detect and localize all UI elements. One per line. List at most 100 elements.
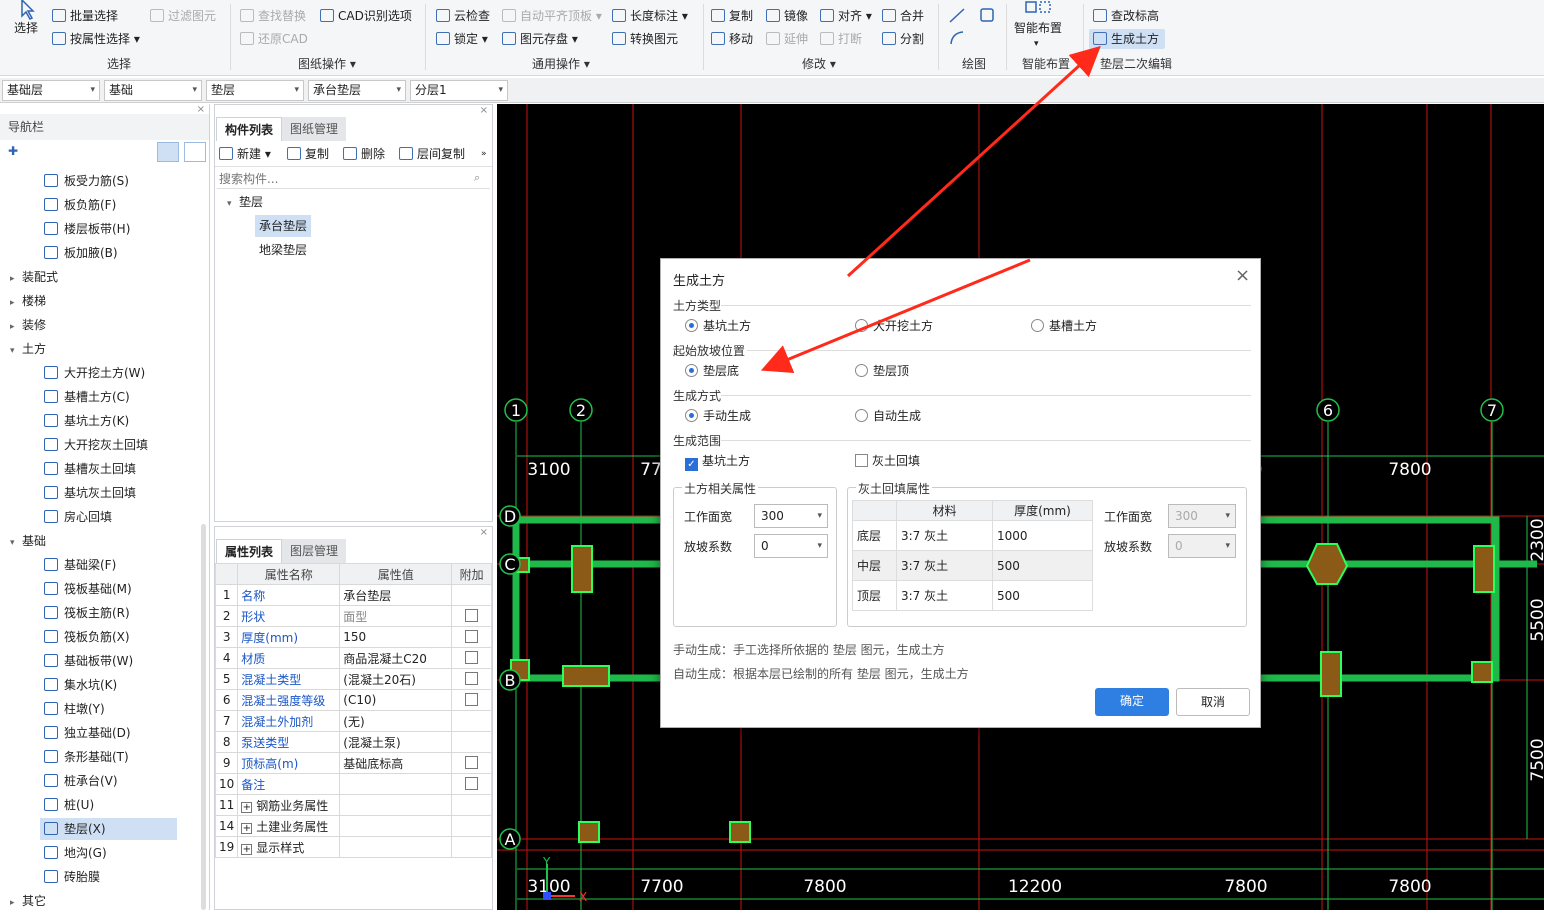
property-row[interactable]: 1 名称 承台垫层: [214, 584, 492, 606]
move-button[interactable]: 移动: [711, 29, 753, 49]
tree-root-cushion[interactable]: ▾ 垫层: [227, 191, 263, 213]
nav-item[interactable]: 条形基础(T): [44, 746, 129, 768]
fill-row-top[interactable]: 顶层 3:7 灰土 500: [852, 580, 1093, 611]
props-close-icon[interactable]: ×: [480, 527, 488, 538]
nav-item[interactable]: 垫层(X): [40, 818, 177, 840]
nav-pin-icon[interactable]: ✚: [8, 144, 18, 158]
nav-item[interactable]: 基槽土方(C): [44, 386, 130, 408]
ok-button[interactable]: 确定: [1095, 688, 1169, 716]
length-dim-button[interactable]: 长度标注 ▾: [612, 6, 688, 26]
nav-item[interactable]: 楼层板带(H): [44, 218, 130, 240]
attach-checkbox[interactable]: [465, 693, 479, 706]
new-component-button[interactable]: 新建 ▾: [219, 144, 271, 164]
radio-open-excavation[interactable]: 大开挖土方: [855, 317, 933, 334]
property-row[interactable]: 9 顶标高(m) 基础底标高: [214, 752, 492, 774]
detail-view-icon[interactable]: [184, 142, 206, 162]
nav-item[interactable]: 基坑土方(K): [44, 410, 129, 432]
nav-item[interactable]: 地沟(G): [44, 842, 107, 864]
lock-button[interactable]: 锁定 ▾: [436, 29, 488, 49]
fill-row-bottom[interactable]: 底层 3:7 灰土 1000: [852, 520, 1093, 551]
cancel-button[interactable]: 取消: [1176, 688, 1250, 716]
nav-item[interactable]: ▸ 装配式: [10, 266, 58, 288]
attach-checkbox[interactable]: [465, 651, 479, 664]
property-row[interactable]: 10 备注: [214, 773, 492, 795]
line-draw-icon[interactable]: [948, 6, 968, 24]
nav-item[interactable]: 筏板主筋(R): [44, 602, 130, 624]
nav-item[interactable]: 板负筋(F): [44, 194, 116, 216]
copy-button[interactable]: 复制: [711, 6, 753, 26]
attach-checkbox[interactable]: [465, 609, 479, 622]
type-combo[interactable]: 垫层: [206, 80, 304, 101]
nav-item[interactable]: 集水坑(K): [44, 674, 117, 696]
batch-select-button[interactable]: 批量选择: [52, 6, 118, 26]
delete-component-button[interactable]: 删除: [343, 144, 385, 164]
layer-combo[interactable]: 分层1: [410, 80, 508, 101]
smart-layout-dropdown[interactable]: ▾: [1034, 34, 1039, 54]
rect-draw-icon[interactable]: [978, 6, 998, 24]
component-search-input[interactable]: [217, 169, 490, 189]
nav-item[interactable]: ▾ 土方: [10, 338, 46, 360]
tree-item-cap-cushion[interactable]: 承台垫层: [255, 215, 312, 237]
select-by-attr-button[interactable]: 按属性选择 ▾: [52, 29, 140, 49]
nav-item[interactable]: 砖胎膜: [44, 866, 100, 888]
radio-auto-generate[interactable]: 自动生成: [855, 407, 921, 424]
nav-item[interactable]: 基槽灰土回填: [44, 458, 136, 480]
cloud-check-button[interactable]: 云检查: [436, 6, 490, 26]
split-button[interactable]: 分割: [882, 29, 924, 49]
property-row[interactable]: 3 厚度(mm) 150: [214, 626, 492, 648]
nav-item[interactable]: 板加腋(B): [44, 242, 118, 264]
category-combo[interactable]: 基础: [104, 80, 202, 101]
tab-component-list[interactable]: 构件列表: [216, 117, 283, 141]
property-row[interactable]: 6 混凝土强度等级 (C10): [214, 689, 492, 711]
restore-cad-button[interactable]: 还原CAD: [240, 29, 308, 49]
attach-checkbox[interactable]: [465, 672, 479, 685]
nav-item[interactable]: 桩(U): [44, 794, 94, 816]
nav-item[interactable]: 柱墩(Y): [44, 698, 105, 720]
attach-checkbox[interactable]: [465, 756, 479, 769]
check-elevation-button[interactable]: 查改标高: [1093, 6, 1159, 26]
break-button[interactable]: 打断: [820, 29, 862, 49]
radio-cushion-bottom[interactable]: 垫层底: [685, 362, 739, 379]
property-row[interactable]: 4 材质 商品混凝土C20: [214, 647, 492, 669]
nav-item[interactable]: ▾ 基础: [10, 530, 46, 552]
auto-align-slab-button[interactable]: 自动平齐顶板 ▾: [502, 6, 602, 26]
nav-item[interactable]: 基坑灰土回填: [44, 482, 136, 504]
nav-item[interactable]: 大开挖灰土回填: [44, 434, 148, 456]
tab-layer-mgmt[interactable]: 图层管理: [282, 539, 347, 563]
slope-factor-select[interactable]: 0: [754, 534, 828, 558]
component-combo[interactable]: 承台垫层: [308, 80, 406, 101]
work-width-select[interactable]: 300: [754, 504, 828, 528]
element-save-button[interactable]: 图元存盘 ▾: [502, 29, 578, 49]
tree-item-beam-cushion[interactable]: 地梁垫层: [259, 239, 307, 261]
tab-drawing-mgmt[interactable]: 图纸管理: [282, 117, 347, 141]
property-row[interactable]: 11 + 钢筋业务属性: [214, 794, 492, 816]
property-row[interactable]: 5 混凝土类型 (混凝土20石): [214, 668, 492, 690]
extend-button[interactable]: 延伸: [766, 29, 808, 49]
radio-cushion-top[interactable]: 垫层顶: [855, 362, 909, 379]
select-tool-button[interactable]: 选择: [14, 0, 44, 40]
filter-elements-button[interactable]: 过滤图元: [150, 6, 216, 26]
generate-earthwork-button[interactable]: 生成土方: [1089, 29, 1166, 49]
nav-item[interactable]: 筏板基础(M): [44, 578, 132, 600]
checkbox-pit-earthwork[interactable]: ✓ 基坑土方: [685, 452, 750, 471]
fill-work-width-select[interactable]: 300: [1168, 504, 1236, 528]
nav-item[interactable]: 大开挖土方(W): [44, 362, 145, 384]
fill-slope-select[interactable]: 0: [1168, 534, 1236, 558]
copy-component-button[interactable]: 复制: [287, 144, 329, 164]
tab-property-list[interactable]: 属性列表: [216, 539, 283, 563]
radio-trench-earthwork[interactable]: 基槽土方: [1031, 317, 1097, 334]
radio-pit-earthwork[interactable]: 基坑土方: [685, 317, 751, 334]
toolbar-more-icon[interactable]: »: [481, 144, 487, 164]
dialog-close-icon[interactable]: ×: [1235, 265, 1250, 286]
nav-item[interactable]: ▸ 装修: [10, 314, 46, 336]
convert-element-button[interactable]: 转换图元: [612, 29, 678, 49]
radio-manual-generate[interactable]: 手动生成: [685, 407, 751, 424]
nav-item[interactable]: 板受力筋(S): [44, 170, 129, 192]
nav-item[interactable]: ▸ 其它: [10, 890, 46, 912]
find-replace-button[interactable]: 查找替换: [240, 6, 306, 26]
property-row[interactable]: 19 + 显示样式: [214, 836, 492, 858]
property-row[interactable]: 2 形状 面型: [214, 605, 492, 627]
floor-combo[interactable]: 基础层: [2, 80, 100, 101]
attach-checkbox[interactable]: [465, 777, 479, 790]
property-row[interactable]: 8 泵送类型 (混凝土泵): [214, 731, 492, 753]
